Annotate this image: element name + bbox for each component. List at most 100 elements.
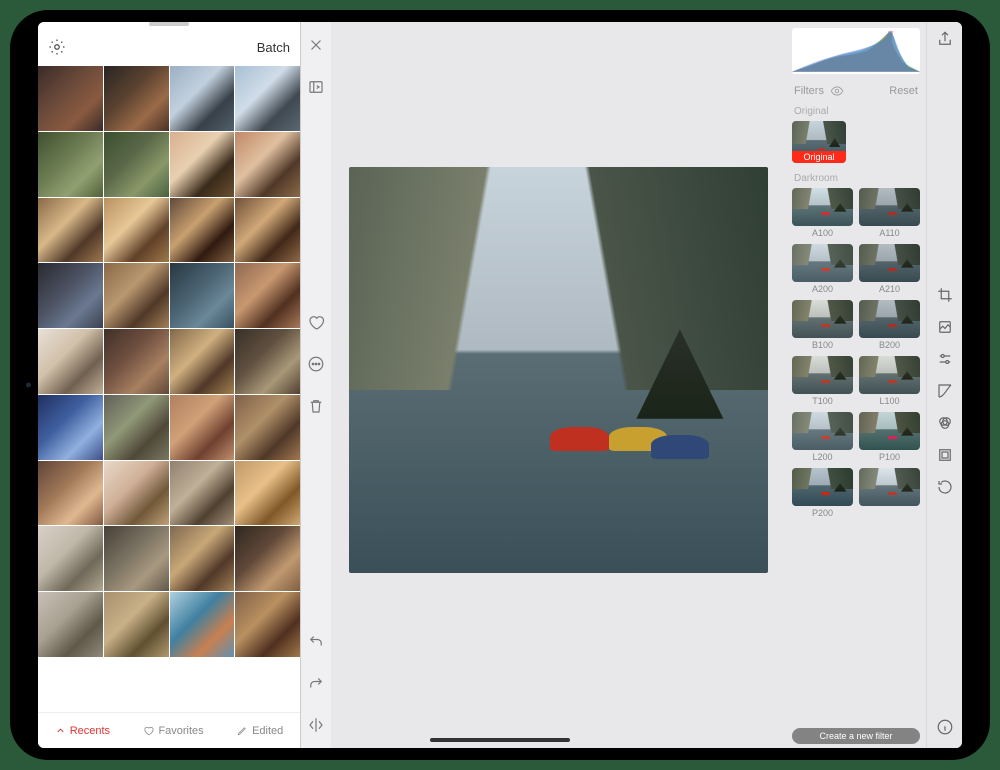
filter-tile[interactable]: B100 [792,300,853,350]
photo-thumbnail[interactable] [170,132,235,197]
filter-name-label: A210 [859,284,920,294]
photo-thumbnail[interactable] [38,329,103,394]
sidebar-collapse-icon[interactable] [307,78,325,96]
photo-thumbnail[interactable] [104,592,169,657]
eye-icon[interactable] [830,84,844,98]
photo-thumbnail[interactable] [235,66,300,131]
photo-thumbnail[interactable] [38,461,103,526]
photo-thumbnail[interactable] [38,263,103,328]
photo-thumbnail[interactable] [170,461,235,526]
photo-thumbnail[interactable] [38,592,103,657]
photo-thumbnail[interactable] [104,66,169,131]
flip-icon[interactable] [307,716,325,734]
photo-thumbnail[interactable] [235,395,300,460]
gear-icon[interactable] [48,38,66,56]
filter-tile[interactable]: A100 [792,188,853,238]
filter-name-label: A110 [859,228,920,238]
photo-thumbnail[interactable] [104,329,169,394]
info-icon[interactable] [936,718,954,736]
photo-thumbnail[interactable] [170,526,235,591]
tab-edited-label: Edited [252,725,283,737]
photo-thumbnail[interactable] [104,198,169,263]
photo-thumbnail[interactable] [104,526,169,591]
photo-thumbnail[interactable] [235,263,300,328]
photo-grid[interactable] [38,66,300,712]
adjust-icon[interactable] [936,350,954,368]
color-icon[interactable] [936,414,954,432]
photo-thumbnail[interactable] [235,329,300,394]
crop-icon[interactable] [936,286,954,304]
chevron-up-icon [55,725,66,736]
library-header: Batch [38,28,300,66]
filter-preview [792,244,853,282]
filter-tile[interactable]: B200 [859,300,920,350]
filter-name-label: A200 [792,284,853,294]
history-icon[interactable] [936,478,954,496]
photo-thumbnail[interactable] [170,263,235,328]
photo-thumbnail[interactable] [235,592,300,657]
frame-icon[interactable] [936,446,954,464]
photo-thumbnail[interactable] [170,592,235,657]
share-icon[interactable] [936,30,954,48]
photo-thumbnail[interactable] [104,461,169,526]
tab-recents-label: Recents [70,725,110,737]
filter-tile[interactable]: T100 [792,356,853,406]
photo-thumbnail[interactable] [38,526,103,591]
histogram[interactable] [792,28,920,74]
drag-handle[interactable] [149,22,189,26]
photo-thumbnail[interactable] [104,395,169,460]
more-icon[interactable] [307,355,325,373]
filters-icon[interactable] [936,318,954,336]
batch-button[interactable]: Batch [257,40,290,55]
create-filter-button[interactable]: Create a new filter [792,728,920,744]
original-badge: Original [792,151,846,163]
filter-preview [792,188,853,226]
photo-thumbnail[interactable] [235,461,300,526]
filter-preview [859,244,920,282]
camera-dot [26,383,31,388]
close-icon[interactable] [307,36,325,54]
filter-name-label: T100 [792,396,853,406]
redo-icon[interactable] [307,674,325,692]
trash-icon[interactable] [307,397,325,415]
home-indicator[interactable] [430,738,570,742]
filter-tile[interactable]: L100 [859,356,920,406]
tab-recents[interactable]: Recents [55,725,110,737]
photo-thumbnail[interactable] [104,132,169,197]
heart-icon[interactable] [307,313,325,331]
photo-thumbnail[interactable] [38,395,103,460]
filter-preview [859,468,920,506]
reset-button[interactable]: Reset [889,85,918,97]
photo-thumbnail[interactable] [235,132,300,197]
filter-name-label: P100 [859,452,920,462]
tool-rail [926,22,962,748]
filter-tile[interactable] [859,468,920,518]
tab-favorites[interactable]: Favorites [143,725,203,737]
photo-thumbnail[interactable] [235,198,300,263]
filter-tile[interactable]: P100 [859,412,920,462]
photo-thumbnail[interactable] [38,198,103,263]
tab-edited[interactable]: Edited [237,725,283,737]
section-original-label: Original [792,104,920,121]
curves-icon[interactable] [936,382,954,400]
filter-name-label: B100 [792,340,853,350]
filters-header: Filters Reset [792,82,920,104]
ipad-frame: Batch Recents Favorites Edited [10,10,990,760]
filter-tile[interactable]: L200 [792,412,853,462]
photo-thumbnail[interactable] [235,526,300,591]
filter-tile[interactable]: P200 [792,468,853,518]
photo-thumbnail[interactable] [38,66,103,131]
photo-thumbnail[interactable] [38,132,103,197]
filter-tile[interactable]: A110 [859,188,920,238]
filter-original[interactable]: Original [792,121,846,163]
photo-thumbnail[interactable] [104,263,169,328]
filter-tile[interactable]: A200 [792,244,853,294]
main-canvas[interactable] [331,22,786,748]
screen: Batch Recents Favorites Edited [38,22,962,748]
undo-icon[interactable] [307,632,325,650]
filter-tile[interactable]: A210 [859,244,920,294]
photo-thumbnail[interactable] [170,198,235,263]
photo-thumbnail[interactable] [170,395,235,460]
photo-thumbnail[interactable] [170,329,235,394]
photo-thumbnail[interactable] [170,66,235,131]
